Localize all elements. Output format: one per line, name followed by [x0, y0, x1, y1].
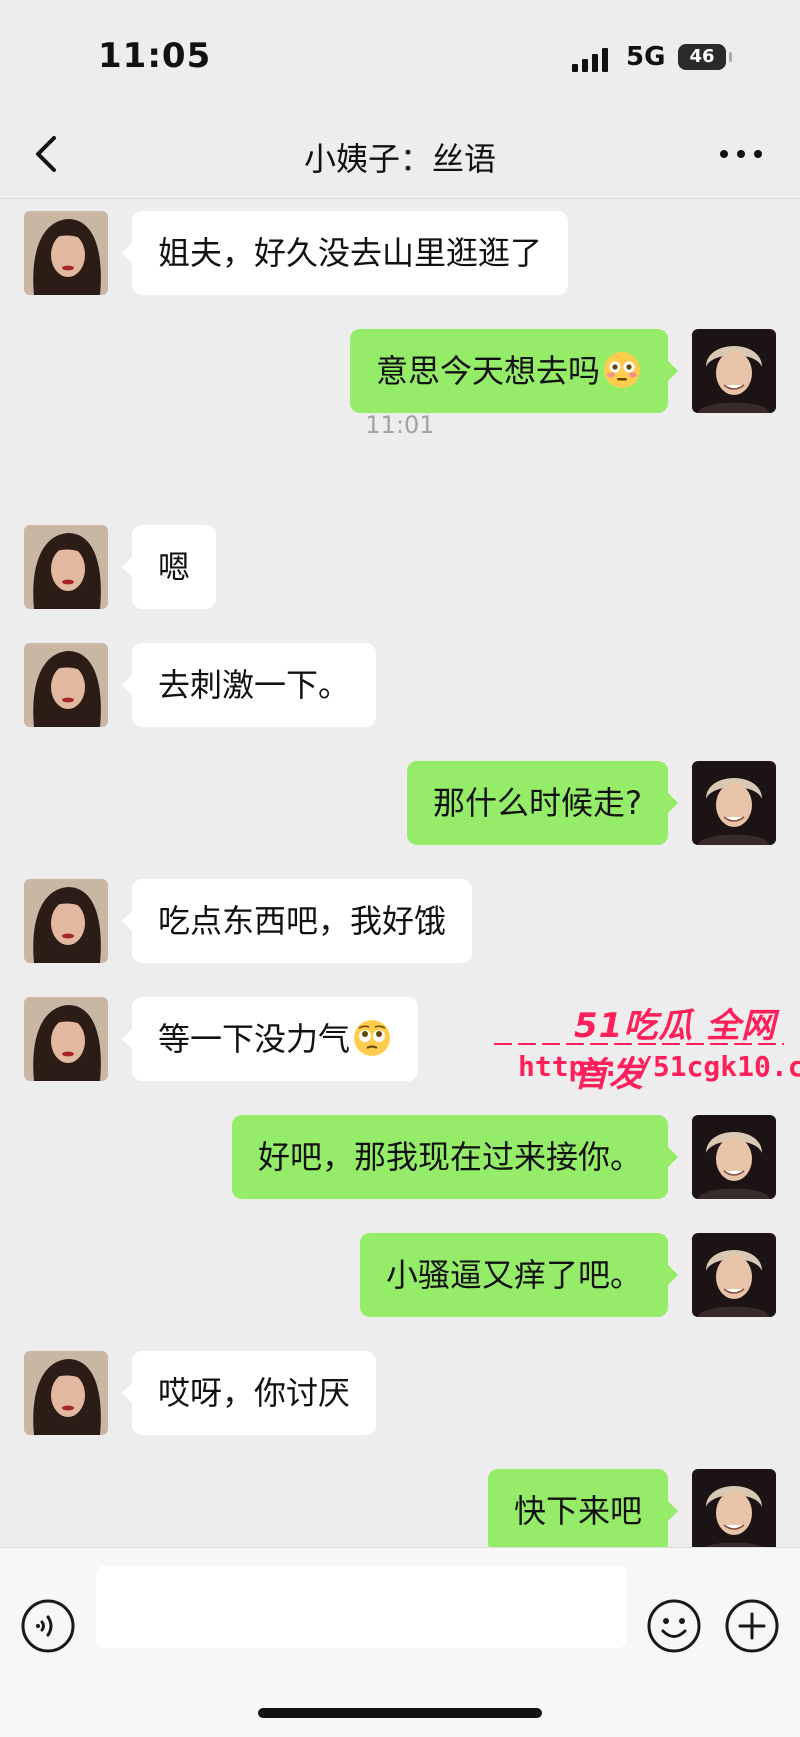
contact-avatar[interactable]	[24, 1351, 108, 1435]
contact-avatar[interactable]	[24, 525, 108, 609]
message-text: 意思今天想去吗	[375, 352, 600, 390]
signal-icon	[572, 46, 616, 72]
home-indicator[interactable]	[258, 1708, 542, 1718]
message-text: 嗯	[158, 548, 191, 586]
message-input[interactable]	[96, 1566, 626, 1648]
pleading-face-emoji	[354, 1020, 391, 1056]
sent-message-bubble[interactable]: 快下来吧	[487, 1469, 679, 1547]
smiley-icon	[647, 1599, 701, 1653]
message-text: 等一下没力气	[158, 1020, 351, 1058]
message-list[interactable]: 姐夫，好久没去山里逛逛了 意思今天想去吗 11:01 嗯 去刺激一下。 那什么时…	[0, 199, 800, 1547]
contact-avatar[interactable]	[24, 643, 108, 727]
status-time: 11:05	[98, 36, 212, 76]
received-message-bubble[interactable]: 去刺激一下。	[121, 643, 377, 727]
plus-icon	[725, 1599, 779, 1653]
message-text: 去刺激一下。	[158, 666, 351, 704]
watermark: 51吃瓜 全网首发 https://51cgk10.com	[494, 998, 800, 1095]
contact-avatar[interactable]	[24, 997, 108, 1081]
battery-icon: 46	[678, 44, 732, 70]
contact-avatar[interactable]	[24, 211, 108, 295]
input-bar	[0, 1547, 800, 1737]
my-avatar[interactable]	[692, 761, 776, 845]
voice-input-button[interactable]	[20, 1598, 76, 1654]
received-message-bubble[interactable]: 等一下没力气	[121, 997, 419, 1081]
message-text: 小骚逼又痒了吧。	[385, 1256, 642, 1294]
emoji-button[interactable]	[646, 1598, 702, 1654]
sent-message-bubble[interactable]: 好吧，那我现在过来接你。	[231, 1115, 679, 1199]
battery-level: 46	[689, 46, 715, 67]
chat-title: 小姨子：丝语	[303, 140, 496, 178]
my-avatar[interactable]	[692, 1115, 776, 1199]
message-text: 好吧，那我现在过来接你。	[257, 1138, 642, 1176]
voice-icon	[21, 1599, 75, 1653]
sent-message-bubble[interactable]: 小骚逼又痒了吧。	[359, 1233, 679, 1317]
more-functions-button[interactable]	[724, 1598, 780, 1654]
chat-header: 小姨子：丝语	[0, 110, 800, 198]
more-options-button[interactable]	[716, 138, 766, 168]
sent-message-bubble[interactable]: 意思今天想去吗	[349, 329, 679, 413]
my-avatar[interactable]	[692, 1233, 776, 1317]
my-avatar[interactable]	[692, 1469, 776, 1547]
sent-message-bubble[interactable]: 那什么时候走?	[407, 761, 678, 845]
received-message-bubble[interactable]: 哎呀，你讨厌	[121, 1351, 377, 1435]
message-text: 吃点东西吧，我好饿	[158, 902, 447, 940]
my-avatar[interactable]	[692, 329, 776, 413]
watermark-divider	[494, 1043, 784, 1045]
received-message-bubble[interactable]: 姐夫，好久没去山里逛逛了	[121, 211, 569, 295]
flushed-face-emoji	[604, 352, 640, 388]
watermark-url: https://51cgk10.com	[518, 1050, 800, 1083]
message-text: 那什么时候走?	[433, 784, 642, 822]
message-timestamp: 11:01	[365, 411, 435, 439]
network-label: 5G	[626, 42, 666, 72]
contact-avatar[interactable]	[24, 879, 108, 963]
received-message-bubble[interactable]: 嗯	[121, 525, 217, 609]
received-message-bubble[interactable]: 吃点东西吧，我好饿	[121, 879, 473, 963]
message-text: 姐夫，好久没去山里逛逛了	[158, 234, 543, 272]
status-bar: 11:05 5G 46	[0, 0, 800, 110]
message-text: 快下来吧	[513, 1492, 642, 1530]
message-text: 哎呀，你讨厌	[158, 1374, 351, 1412]
